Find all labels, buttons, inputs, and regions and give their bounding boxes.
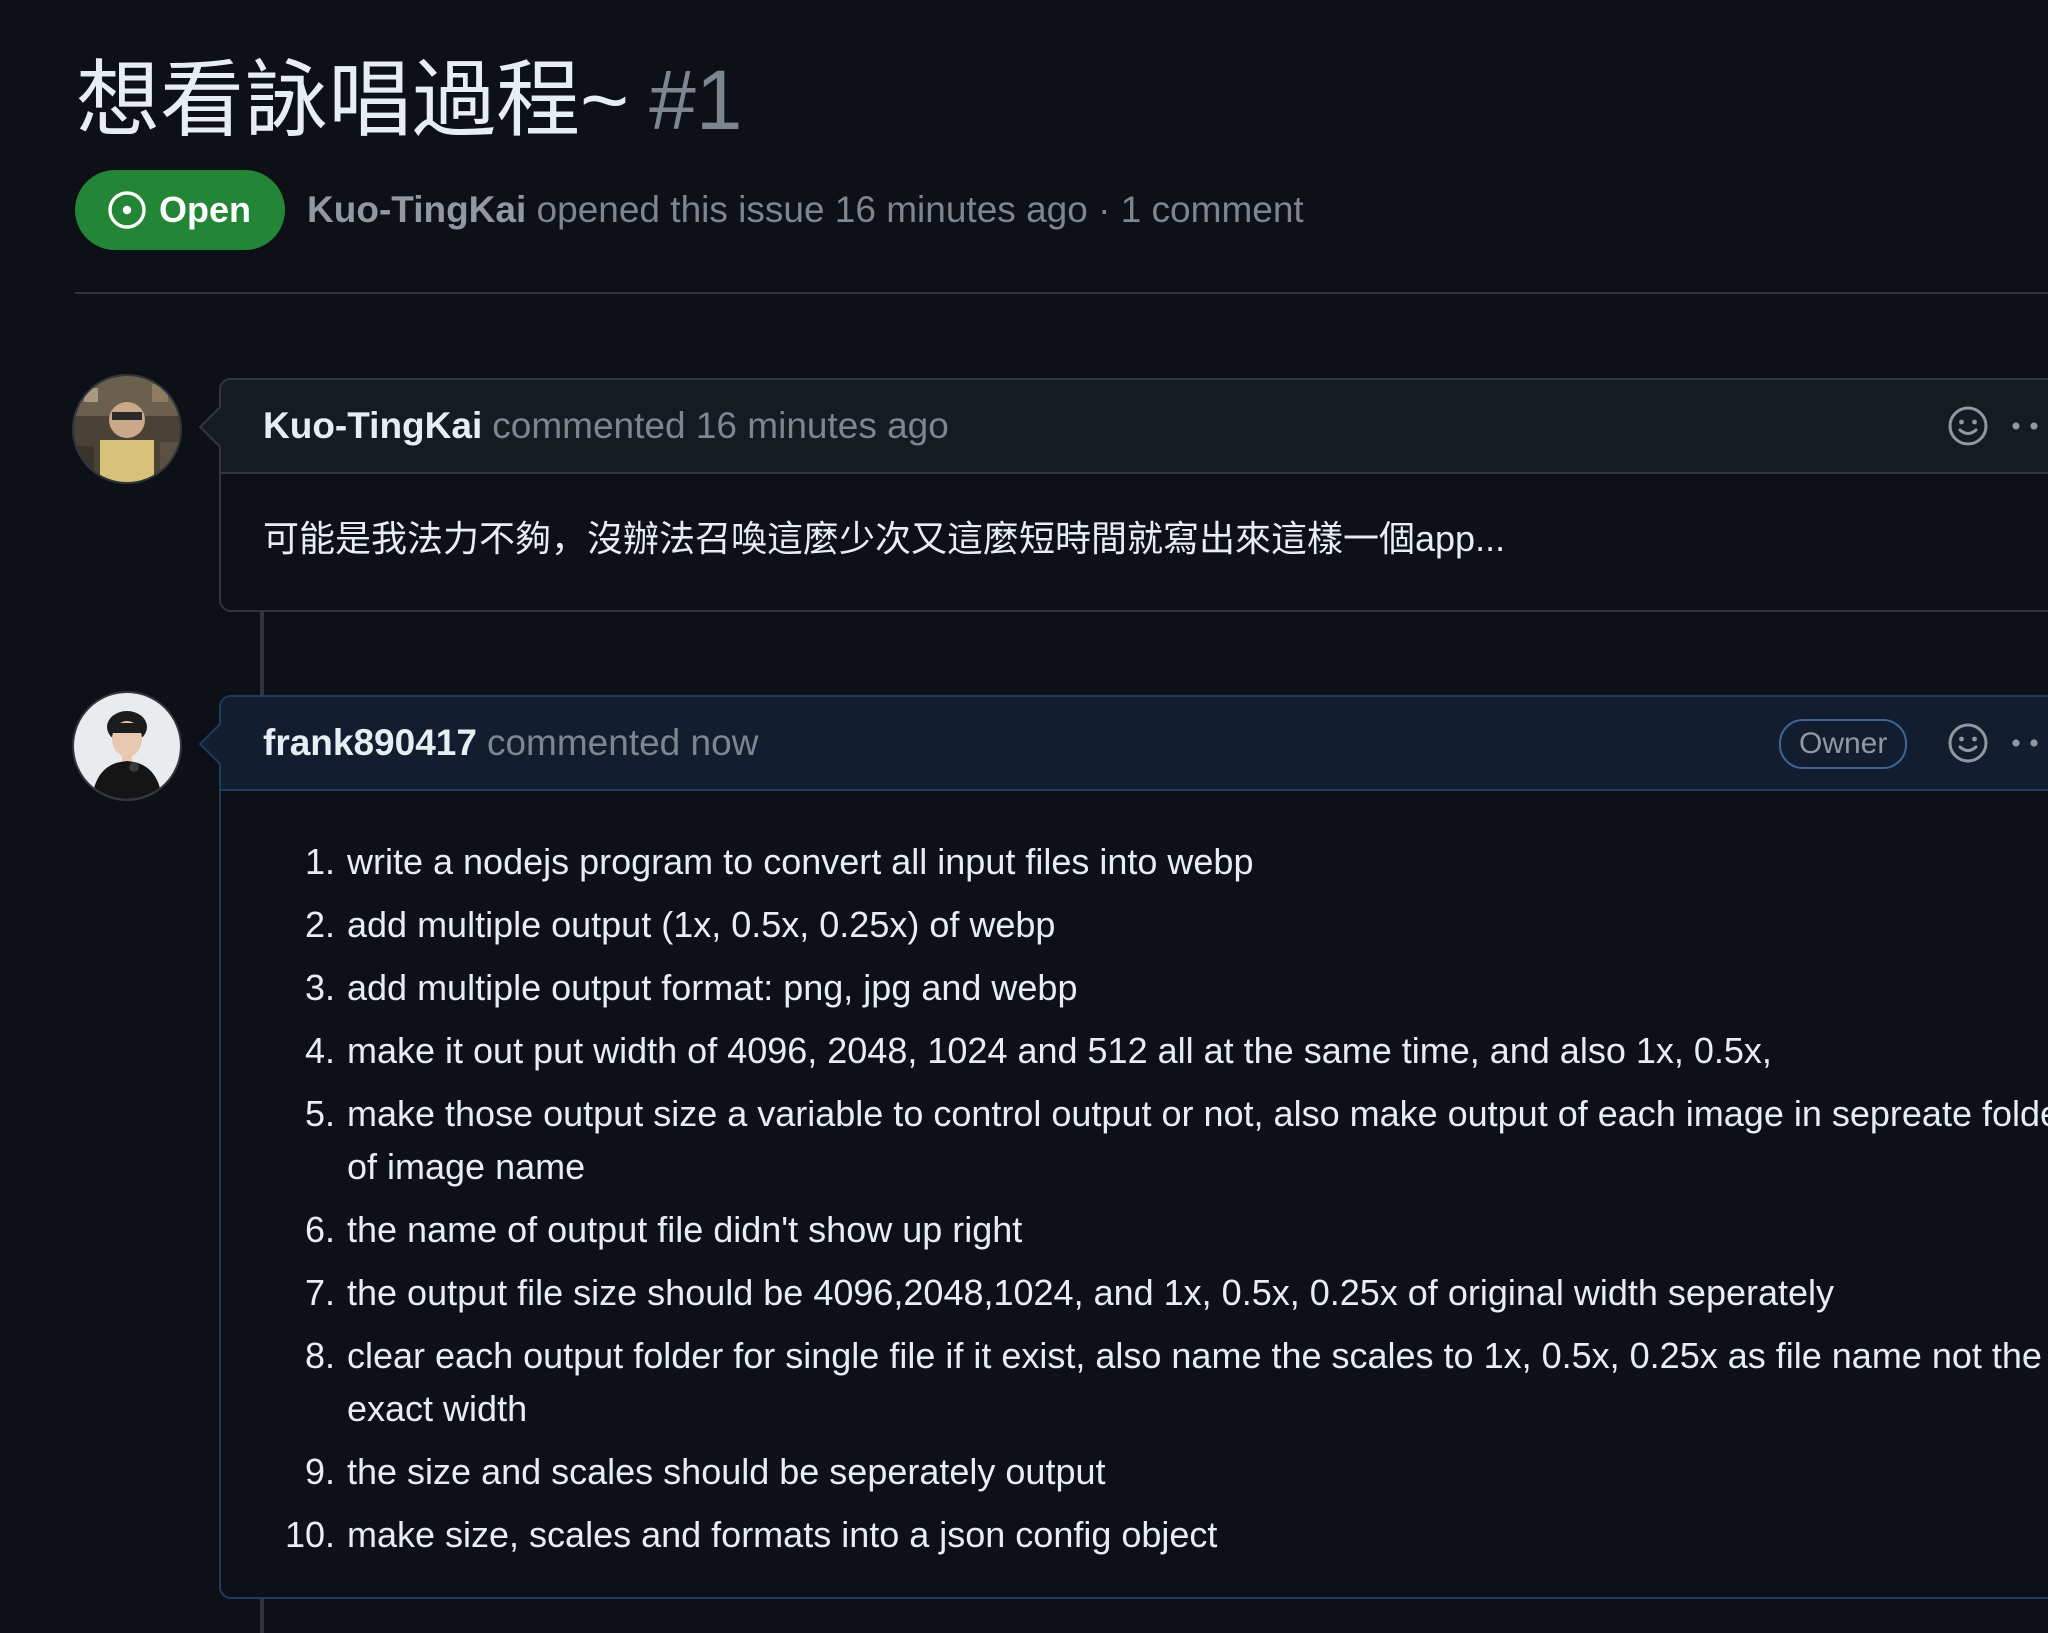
list-item-text: the output file size should be 4096,2048… bbox=[347, 1272, 1835, 1313]
avatar-image bbox=[74, 376, 180, 482]
header-divider bbox=[75, 292, 2048, 294]
list-item-number: 10. bbox=[284, 1514, 335, 1555]
list-item-text: add multiple output (1x, 0.5x, 0.25x) of… bbox=[347, 904, 1056, 945]
comment-2-author[interactable]: frank890417 bbox=[263, 722, 477, 764]
list-item: 2. add multiple output (1x, 0.5x, 0.25x) … bbox=[263, 898, 2048, 951]
list-item-number: 6. bbox=[304, 1209, 335, 1250]
smiley-icon[interactable] bbox=[1946, 721, 1990, 765]
comment-2: frank890417 commented now Owner 1. write … bbox=[198, 695, 2048, 1599]
list-item: 6. the name of output file didn't show up… bbox=[263, 1203, 2048, 1256]
list-item-text: the name of output file didn't show up r… bbox=[347, 1209, 1023, 1250]
comment-1-header: Kuo-TingKai commented 16 minutes ago bbox=[221, 380, 2048, 474]
issue-author-link[interactable]: Kuo-TingKai bbox=[307, 189, 526, 230]
list-item: 4. make it out put width of 4096, 2048, 1… bbox=[263, 1024, 2048, 1077]
kebab-horizontal-icon[interactable] bbox=[2008, 733, 2048, 753]
comment-1-body: 可能是我法力不夠，沒辦法召喚這麼少次又這麼短時間就寫出來這樣一個app... bbox=[221, 474, 2048, 609]
comment-2-body: 1. write a nodejs program to convert all … bbox=[221, 791, 2048, 1611]
avatar-image bbox=[74, 693, 180, 799]
comment-2-header: frank890417 commented now Owner bbox=[221, 697, 2048, 791]
list-item-number: 5. bbox=[304, 1093, 335, 1134]
list-item-number: 2. bbox=[304, 904, 335, 945]
list-item-text: write a nodejs program to convert all in… bbox=[347, 841, 1254, 882]
comment-1: Kuo-TingKai commented 16 minutes ago 可能是… bbox=[198, 378, 2048, 612]
list-item-number: 1. bbox=[304, 841, 335, 882]
list-item: 5. make those output size a variable to c… bbox=[263, 1087, 2048, 1193]
list-item-number: 7. bbox=[304, 1272, 335, 1313]
comment-1-timestamp[interactable]: commented 16 minutes ago bbox=[492, 405, 949, 447]
list-item-text: make size, scales and formats into a jso… bbox=[347, 1514, 1218, 1555]
list-item: 9. the size and scales should be seperate… bbox=[263, 1445, 2048, 1498]
list-item-text: make it out put width of 4096, 2048, 102… bbox=[347, 1030, 1772, 1071]
list-item: 1. write a nodejs program to convert all … bbox=[263, 835, 2048, 888]
comment-1-text: 可能是我法力不夠，沒辦法召喚這麼少次又這麼短時間就寫出來這樣一個app... bbox=[263, 518, 1506, 559]
list-item-text: make those output size a variable to con… bbox=[347, 1093, 2048, 1187]
avatar-kuo-tingkai[interactable] bbox=[74, 376, 180, 482]
issue-meta: Open Kuo-TingKai opened this issue 16 mi… bbox=[75, 170, 1304, 250]
issue-title-text: 想看詠唱過程~ bbox=[76, 53, 630, 147]
issue-state-badge: Open bbox=[75, 170, 286, 250]
list-item: 8. clear each output folder for single fi… bbox=[263, 1329, 2048, 1435]
list-item-text: clear each output folder for single file… bbox=[347, 1335, 2042, 1429]
issue-meta-detail: opened this issue 16 minutes ago · 1 com… bbox=[536, 189, 1304, 230]
list-item-number: 9. bbox=[304, 1451, 335, 1492]
list-item-number: 3. bbox=[304, 967, 335, 1008]
list-item-number: 4. bbox=[304, 1030, 335, 1071]
kebab-horizontal-icon[interactable] bbox=[2008, 416, 2048, 436]
steps-list: 1. write a nodejs program to convert all … bbox=[263, 791, 2048, 1611]
avatar-frank890417[interactable] bbox=[74, 693, 180, 799]
issue-number: #1 bbox=[649, 53, 743, 147]
list-item: 10. make size, scales and formats into a … bbox=[263, 1508, 2048, 1561]
list-item-text: add multiple output format: png, jpg and… bbox=[347, 967, 1078, 1008]
list-item: 3. add multiple output format: png, jpg a… bbox=[263, 961, 2048, 1014]
list-item-number: 8. bbox=[304, 1335, 335, 1376]
owner-badge: Owner bbox=[1779, 719, 1908, 769]
issue-meta-text: Kuo-TingKai opened this issue 16 minutes… bbox=[307, 189, 1304, 231]
comment-1-author[interactable]: Kuo-TingKai bbox=[263, 405, 482, 447]
list-item-text: the size and scales should be seperately… bbox=[347, 1451, 1106, 1492]
issue-page: 想看詠唱過程~ #1 Open Kuo-TingKai opened this i… bbox=[0, 0, 2048, 1633]
smiley-icon[interactable] bbox=[1946, 404, 1990, 448]
list-item: 7. the output file size should be 4096,20… bbox=[263, 1266, 2048, 1319]
issue-title: 想看詠唱過程~ #1 bbox=[76, 50, 743, 151]
issue-opened-icon bbox=[108, 191, 146, 229]
comment-2-timestamp[interactable]: commented now bbox=[487, 722, 758, 764]
issue-state-label: Open bbox=[159, 189, 252, 230]
